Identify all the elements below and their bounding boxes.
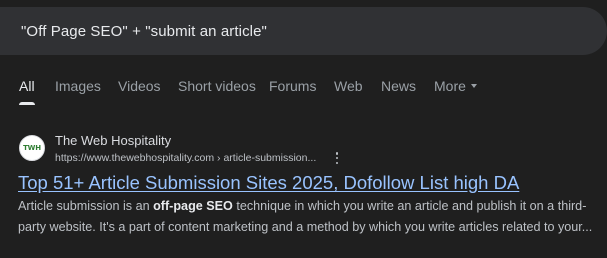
search-results-page: "Off Page SEO" + "submit an article" All… [0,0,607,258]
result-site-name[interactable]: The Web Hospitality [55,133,171,148]
tab-images[interactable]: Images [55,78,101,94]
snippet-line-2: party website. It's a part of content ma… [18,220,593,234]
tab-news[interactable]: News [381,78,416,94]
tab-all[interactable]: All [19,78,35,94]
search-input[interactable]: "Off Page SEO" + "submit an article" [21,23,267,40]
tab-short-videos[interactable]: Short videos [178,78,256,94]
search-tabs: All Images Videos Short videos Forums We… [0,72,607,106]
result-url[interactable]: https://www.thewebhospitality.com › arti… [55,152,316,164]
tab-more-label: More [434,78,466,94]
result-title-link[interactable]: Top 51+ Article Submission Sites 2025, D… [18,172,519,194]
more-options-icon[interactable] [333,151,341,165]
tab-videos[interactable]: Videos [118,78,161,94]
search-bar[interactable]: "Off Page SEO" + "submit an article" [0,7,607,55]
active-tab-indicator [19,102,35,105]
snippet-highlight: off-page SEO [153,199,233,213]
tab-web[interactable]: Web [334,78,363,94]
favicon-logo-text: TWH [23,144,41,152]
site-favicon-icon[interactable]: TWH [19,135,45,161]
caret-down-icon [470,84,477,89]
snippet-line-1: Article submission is an off-page SEO te… [18,199,587,213]
result-snippet: Article submission is an off-page SEO te… [18,196,600,238]
tab-forums[interactable]: Forums [269,78,316,94]
tab-more[interactable]: More [434,78,477,94]
